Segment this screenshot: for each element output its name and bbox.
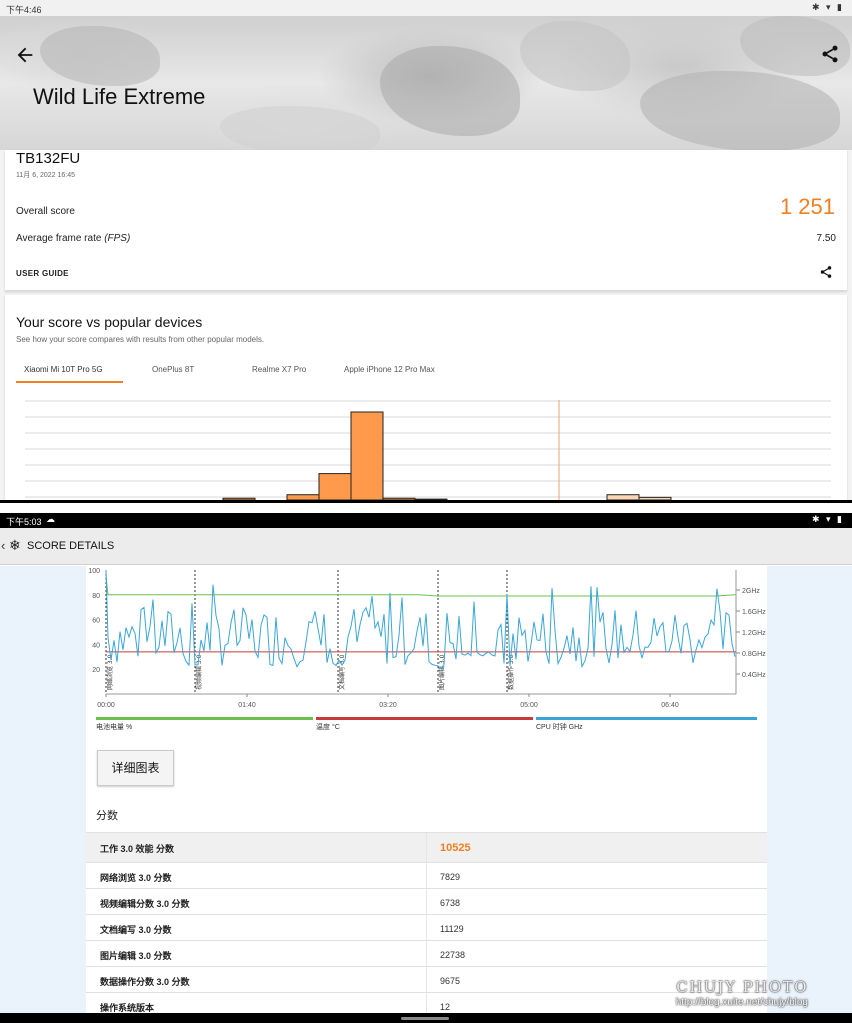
compare-title: Your score vs popular devices [16, 314, 203, 330]
page-title: SCORE DETAILS [27, 540, 115, 552]
device-name: TB132FU [16, 150, 81, 167]
y-axis-tick-label: 40 [92, 642, 100, 649]
x-axis-tick-label: 03:20 [379, 702, 397, 709]
tab-realme-x7-pro[interactable]: Realme X7 Pro [252, 365, 306, 374]
watermark-url: http://blog.xuite.net/chujy/blog [675, 997, 808, 1008]
score-value: 6738 [440, 898, 461, 908]
active-tab-indicator [16, 381, 123, 383]
watermark-title: CHUJY PHOTO [676, 978, 808, 996]
score-value: 9675 [440, 976, 461, 986]
compare-card: Your score vs popular devices See how yo… [5, 295, 847, 503]
status-icons: ✱ ▾ ▮ [811, 2, 844, 12]
cpu-clock-series [105, 569, 736, 670]
score-name: 网络浏览 3.0 分数 [100, 873, 172, 883]
tab-oneplus-8t[interactable]: OnePlus 8T [152, 365, 194, 374]
legend-temperature: 温度 °C [316, 717, 533, 731]
status-time: 下午4:46 [6, 5, 42, 15]
right-axis-tick-label: 1.6GHz [742, 609, 766, 616]
tab-xiaomi-mi-10t-pro[interactable]: Xiaomi Mi 10T Pro 5G [24, 365, 103, 374]
navigation-bar [0, 500, 852, 503]
back-chevron-icon[interactable]: ‹ [1, 538, 5, 553]
legend-cpu: CPU 时钟 GHz [536, 717, 757, 731]
x-axis-tick-label: 05:00 [520, 702, 538, 709]
scores-section-title: 分数 [96, 810, 118, 822]
legend-temperature-label: 温度 °C [316, 724, 340, 731]
snowflake-icon: ❄ [9, 537, 21, 553]
app-bar: ‹ ❄ SCORE DETAILS [0, 528, 852, 565]
score-name: 工作 3.0 效能 分数 [100, 844, 175, 854]
user-guide-link[interactable]: USER GUIDE [16, 269, 69, 278]
x-axis-tick-label: 00:00 [97, 702, 115, 709]
compare-subtitle: See how your score compares with results… [16, 335, 265, 344]
status-bar: 下午5:03 ☁ ✱ ▾ ▮ [0, 513, 852, 528]
cloud-icon: ☁ [46, 514, 55, 524]
benchmark-title: Wild Life Extreme [33, 84, 206, 109]
score-table: 工作 3.0 效能 分数 10525 网络浏览 3.0 分数 7829 视频编辑分数… [86, 832, 767, 1018]
score-value: 11129 [440, 924, 464, 934]
detailed-chart-button[interactable]: 详细图表 [97, 750, 174, 786]
table-row: 文档编写 3.0 分数 11129 [86, 914, 767, 940]
legend-battery-label: 电池电量 % [96, 724, 133, 731]
score-name: 文档编写 3.0 分数 [100, 925, 172, 935]
nav-handle[interactable] [401, 1017, 449, 1020]
navigation-bar [0, 1013, 852, 1023]
status-time: 下午5:03 [6, 517, 42, 527]
y-axis-tick-label: 20 [92, 667, 100, 674]
overall-score-value: 1 251 [779, 194, 835, 219]
right-axis-tick-label: 0.4GHz [742, 672, 766, 679]
score-name: 图片编辑 3.0 分数 [100, 951, 172, 961]
back-arrow-icon[interactable] [14, 44, 36, 66]
segment-label: 网络浏览 3.0 [106, 654, 114, 690]
battery-series [105, 576, 737, 597]
fps-value: 7.50 [816, 233, 836, 244]
table-row: 视频编辑分数 3.0 分数 6738 [86, 888, 767, 914]
score-card: TB132FU 11月 6, 2022 16:45 Overall score … [5, 150, 847, 291]
score-value: 22738 [440, 950, 466, 960]
hero-banner: Wild Life Extreme [0, 16, 852, 156]
histogram-bar [318, 473, 352, 500]
table-row: 数据操作分数 3.0 分数 9675 [86, 966, 767, 992]
status-bar: 下午4:46 ✱ ▾ ▮ [0, 0, 852, 16]
score-value: 10525 [440, 842, 471, 854]
segment-label: 图片编辑 3.0 [438, 654, 446, 690]
test-date: 11月 6, 2022 16:45 [16, 172, 76, 179]
legend-cpu-label: CPU 时钟 GHz [536, 724, 583, 731]
top-screen: 下午4:46 ✱ ▾ ▮ Wild Life Extreme TB132FU 1… [0, 0, 852, 503]
y-axis-tick-label: 100 [88, 568, 100, 575]
y-axis-tick-label: 80 [92, 593, 100, 600]
legend-cpu-bar [536, 717, 757, 720]
table-row: 网络浏览 3.0 分数 7829 [86, 862, 767, 888]
y-axis-tick-label: 60 [92, 618, 100, 625]
tab-apple-iphone-12-pro-max[interactable]: Apple iPhone 12 Pro Max [344, 365, 435, 374]
score-name: 数据操作分数 3.0 分数 [100, 977, 190, 987]
legend-battery-bar [96, 717, 313, 720]
right-axis-tick-label: 0.8GHz [742, 651, 766, 658]
fps-label: Average frame rate (FPS) [16, 233, 131, 244]
table-row: 工作 3.0 效能 分数 10525 [86, 832, 767, 862]
table-row: 图片编辑 3.0 分数 22738 [86, 940, 767, 966]
x-axis-tick-label: 01:40 [238, 702, 256, 709]
legend-temperature-bar [316, 717, 533, 720]
legend-battery: 电池电量 % [96, 717, 313, 731]
score-name: 视频编辑分数 3.0 分数 [100, 899, 190, 909]
right-axis-tick-label: 2GHz [742, 588, 760, 595]
right-axis-tick-label: 1.2GHz [742, 630, 766, 637]
score-value: 7829 [440, 872, 461, 882]
overall-score-label: Overall score [16, 206, 75, 217]
share-icon[interactable] [820, 44, 840, 64]
score-value: 12 [440, 1002, 451, 1012]
x-axis-tick-label: 06:40 [661, 702, 679, 709]
photo-watermark: CHUJY PHOTO http://blog.xuite.net/chujy/… [676, 978, 808, 1008]
status-icons: ✱ ▾ ▮ [811, 514, 844, 524]
score-distribution-chart [25, 400, 831, 500]
share-icon[interactable] [819, 265, 833, 279]
histogram-bar [350, 411, 384, 500]
performance-monitoring-chart: 100 80 60 40 20 2GHz 1.6GHz 1.2GHz 0.8GHz 0.4GHz 0… [88, 568, 766, 709]
